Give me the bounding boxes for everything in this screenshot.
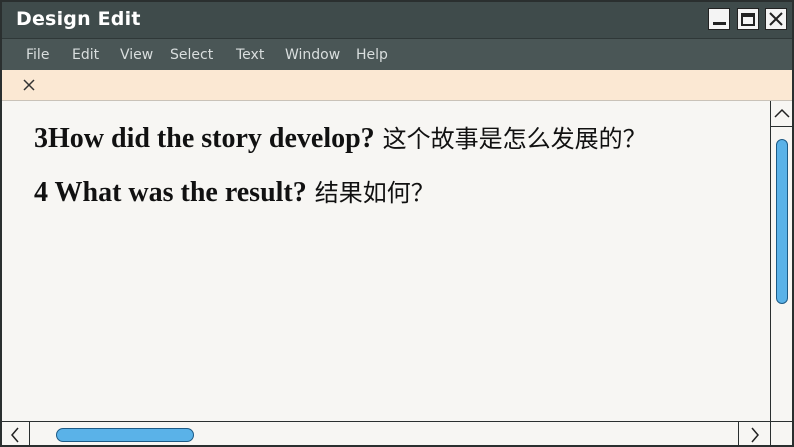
minimize-icon xyxy=(712,22,726,25)
app-window: Design Edit File Edit View Select Text W… xyxy=(0,0,794,447)
menu-view[interactable]: View xyxy=(120,47,153,63)
menu-edit[interactable]: Edit xyxy=(72,47,99,63)
english-text: 4 What was the result? xyxy=(34,177,307,208)
chinese-text: 这个故事是怎么发展的？ xyxy=(382,125,647,153)
menu-select[interactable]: Select xyxy=(170,47,213,63)
document-line: 3How did the story develop? 这个故事是怎么发展的？ xyxy=(34,119,647,155)
text-editor[interactable]: 3How did the story develop? 这个故事是怎么发展的？ … xyxy=(2,101,770,421)
english-text: 3How did the story develop? xyxy=(34,123,375,154)
maximize-button[interactable] xyxy=(737,8,759,30)
chevron-right-icon xyxy=(751,427,759,443)
maximize-icon xyxy=(741,12,755,26)
window-title: Design Edit xyxy=(16,8,141,30)
menu-help[interactable]: Help xyxy=(356,47,388,63)
scroll-up-button[interactable] xyxy=(771,101,792,127)
menu-file[interactable]: File xyxy=(26,47,49,63)
close-icon xyxy=(769,12,783,26)
close-icon[interactable] xyxy=(22,78,36,92)
vertical-scroll-thumb[interactable] xyxy=(776,139,788,304)
minimize-button[interactable] xyxy=(708,8,730,30)
close-button[interactable] xyxy=(765,8,787,30)
chevron-up-icon xyxy=(774,108,790,118)
document-line: 4 What was the result? 结果如何？ xyxy=(34,173,435,209)
menu-window[interactable]: Window xyxy=(285,47,340,63)
chevron-left-icon xyxy=(11,427,19,443)
horizontal-scrollbar[interactable] xyxy=(2,421,770,445)
menu-bar: File Edit View Select Text Window Help xyxy=(2,38,792,70)
scroll-right-button[interactable] xyxy=(738,422,770,445)
vertical-scrollbar[interactable] xyxy=(770,101,792,421)
chinese-text: 结果如何？ xyxy=(314,179,435,207)
horizontal-scroll-thumb[interactable] xyxy=(56,428,194,442)
scrollbar-corner xyxy=(770,421,792,445)
document-tab-bar xyxy=(2,70,792,101)
menu-text[interactable]: Text xyxy=(236,47,264,63)
scroll-left-button[interactable] xyxy=(2,422,30,445)
title-bar[interactable]: Design Edit xyxy=(2,2,792,38)
